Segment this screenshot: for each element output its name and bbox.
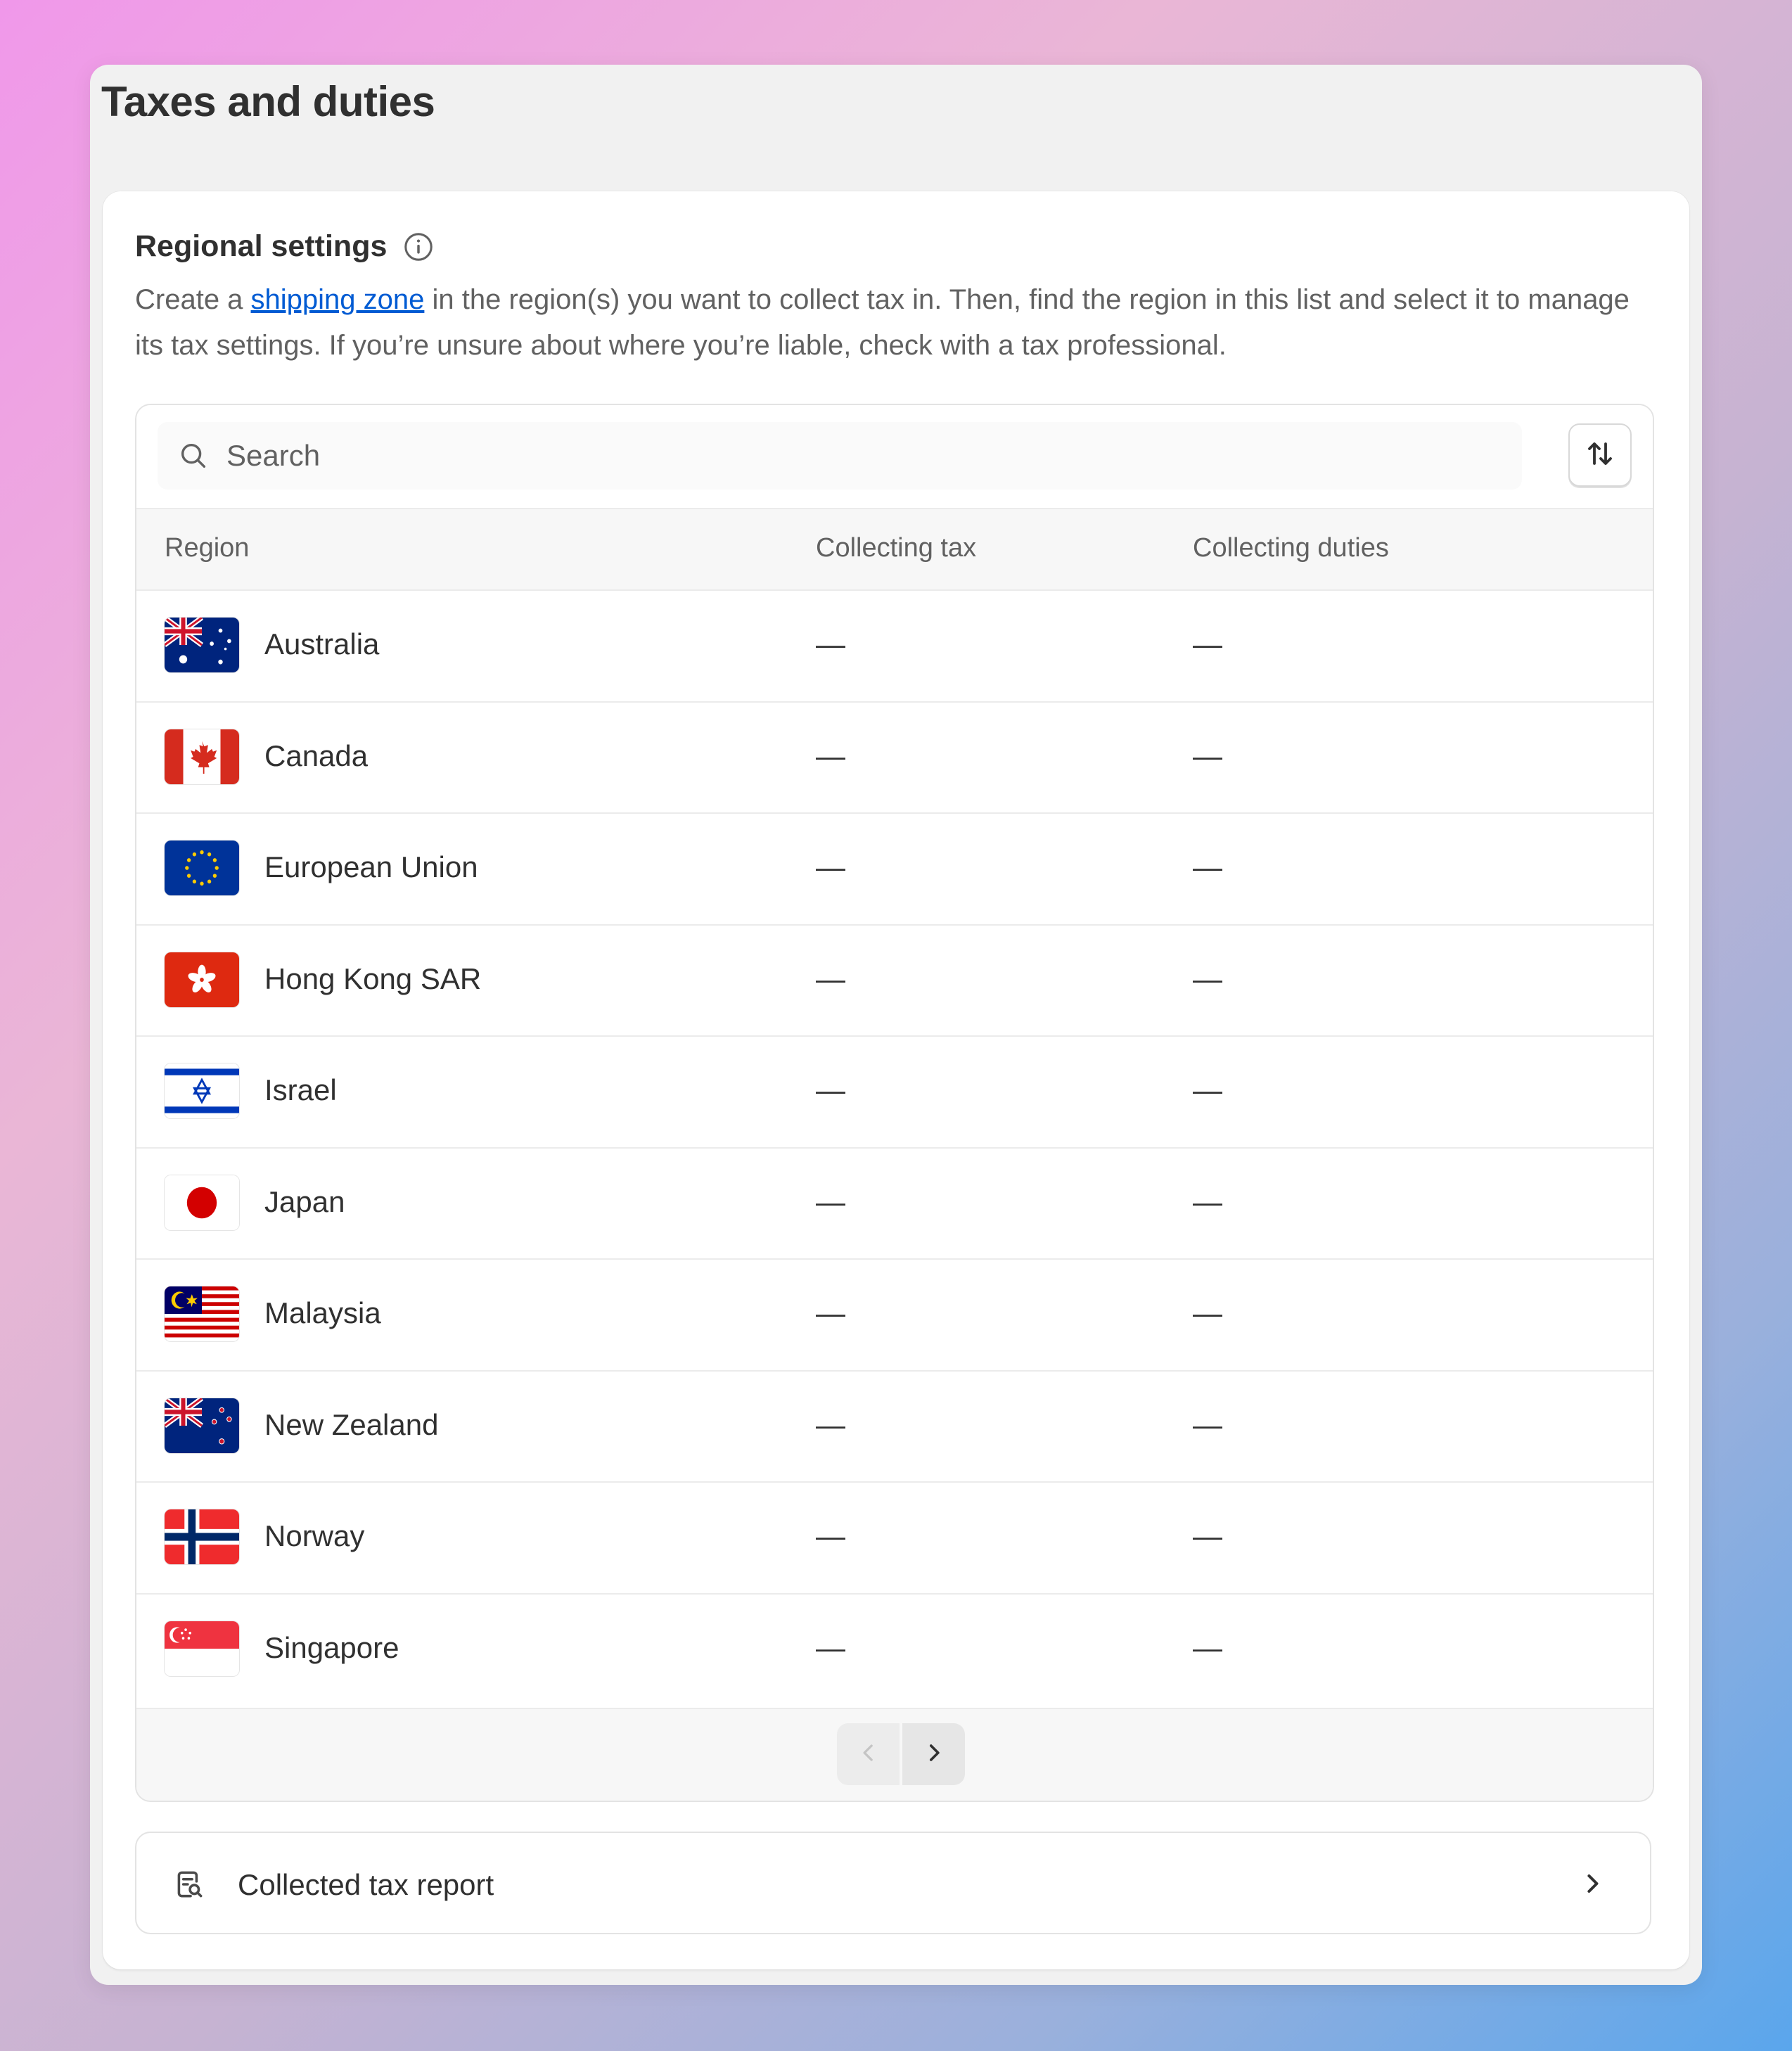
- search-input[interactable]: [225, 438, 1423, 473]
- section-header: Regional settings: [135, 229, 435, 264]
- region-name: Malaysia: [264, 1296, 381, 1329]
- region-name: Hong Kong SAR: [264, 961, 482, 995]
- european-union-flag-icon: [165, 841, 239, 895]
- settings-window: Taxes and duties Regional settings Creat…: [90, 65, 1702, 1985]
- region-name: Norway: [264, 1519, 365, 1552]
- collecting-duties-cell: —: [1193, 1073, 1222, 1106]
- table-row[interactable]: European Union — —: [136, 814, 1653, 926]
- table-row[interactable]: Hong Kong SAR — —: [136, 926, 1653, 1037]
- chevron-right-icon: [1577, 1868, 1608, 1899]
- norway-flag-icon: [165, 1509, 239, 1564]
- sort-icon: [1583, 437, 1617, 474]
- table-body: Australia — — Canada — — European Union …: [136, 591, 1653, 1706]
- singapore-flag-icon: [165, 1621, 239, 1676]
- table-row[interactable]: Malaysia — —: [136, 1260, 1653, 1372]
- collecting-tax-cell: —: [816, 1519, 845, 1552]
- collecting-duties-cell: —: [1193, 627, 1222, 660]
- table-toolbar: [136, 405, 1653, 508]
- japan-flag-icon: [165, 1175, 239, 1230]
- page-title: Taxes and duties: [101, 78, 435, 125]
- collecting-tax-cell: —: [816, 1296, 845, 1329]
- regions-table: Region Collecting tax Collecting duties …: [135, 404, 1654, 1802]
- canada-flag-icon: [165, 729, 239, 784]
- shipping-zone-link[interactable]: shipping zone: [251, 284, 425, 315]
- collecting-duties-cell: —: [1193, 739, 1222, 772]
- section-description: Create a shipping zone in the region(s) …: [135, 284, 1630, 361]
- region-name: Singapore: [264, 1630, 399, 1664]
- collecting-tax-cell: —: [816, 961, 845, 995]
- table-row[interactable]: Canada — —: [136, 703, 1653, 814]
- region-name: New Zealand: [264, 1407, 439, 1441]
- malaysia-flag-icon: [165, 1286, 239, 1341]
- region-name: European Union: [264, 850, 478, 883]
- collecting-tax-cell: —: [816, 627, 845, 660]
- chevron-left-icon: [855, 1739, 883, 1770]
- collecting-tax-cell: —: [816, 1407, 845, 1441]
- collecting-tax-cell: —: [816, 1073, 845, 1106]
- column-header-region: Region: [165, 533, 250, 563]
- collecting-tax-cell: —: [816, 1184, 845, 1218]
- table-row[interactable]: Norway — —: [136, 1483, 1653, 1595]
- collecting-tax-cell: —: [816, 850, 845, 883]
- table-row[interactable]: Singapore — —: [136, 1595, 1653, 1706]
- search-bar[interactable]: [158, 422, 1522, 490]
- collecting-tax-cell: —: [816, 739, 845, 772]
- hong-kong-flag-icon: [165, 952, 239, 1007]
- report-label: Collected tax report: [238, 1868, 494, 1901]
- previous-page-button[interactable]: [837, 1723, 900, 1785]
- table-header: Region Collecting tax Collecting duties: [136, 508, 1653, 591]
- table-row[interactable]: Israel — —: [136, 1037, 1653, 1149]
- region-name: Japan: [264, 1184, 345, 1218]
- column-header-collecting-duties: Collecting duties: [1193, 533, 1389, 563]
- next-page-button[interactable]: [902, 1723, 965, 1785]
- new-zealand-flag-icon: [165, 1398, 239, 1453]
- regional-settings-card: Regional settings Create a shipping zone…: [103, 191, 1689, 1969]
- collecting-duties-cell: —: [1193, 1407, 1222, 1441]
- region-name: Israel: [264, 1073, 337, 1106]
- section-title: Regional settings: [135, 229, 388, 263]
- collecting-duties-cell: —: [1193, 1296, 1222, 1329]
- collecting-duties-cell: —: [1193, 1519, 1222, 1552]
- search-icon: [177, 440, 210, 472]
- collecting-duties-cell: —: [1193, 961, 1222, 995]
- sort-button[interactable]: [1568, 423, 1632, 487]
- region-name: Canada: [264, 739, 369, 772]
- australia-flag-icon: [165, 618, 239, 672]
- report-search-icon: [172, 1867, 207, 1902]
- collecting-duties-cell: —: [1193, 850, 1222, 883]
- info-icon[interactable]: [402, 231, 435, 263]
- table-row[interactable]: Japan — —: [136, 1149, 1653, 1260]
- column-header-collecting-tax: Collecting tax: [816, 533, 977, 563]
- chevron-right-icon: [920, 1739, 948, 1770]
- pagination-buttons: [837, 1723, 965, 1785]
- collecting-duties-cell: —: [1193, 1630, 1222, 1664]
- table-row[interactable]: New Zealand — —: [136, 1372, 1653, 1483]
- collecting-duties-cell: —: [1193, 1184, 1222, 1218]
- region-name: Australia: [264, 627, 380, 660]
- collecting-tax-cell: —: [816, 1630, 845, 1664]
- table-row[interactable]: Australia — —: [136, 591, 1653, 703]
- collected-tax-report-link[interactable]: Collected tax report: [135, 1832, 1651, 1934]
- israel-flag-icon: [165, 1063, 239, 1118]
- pagination: [136, 1708, 1653, 1801]
